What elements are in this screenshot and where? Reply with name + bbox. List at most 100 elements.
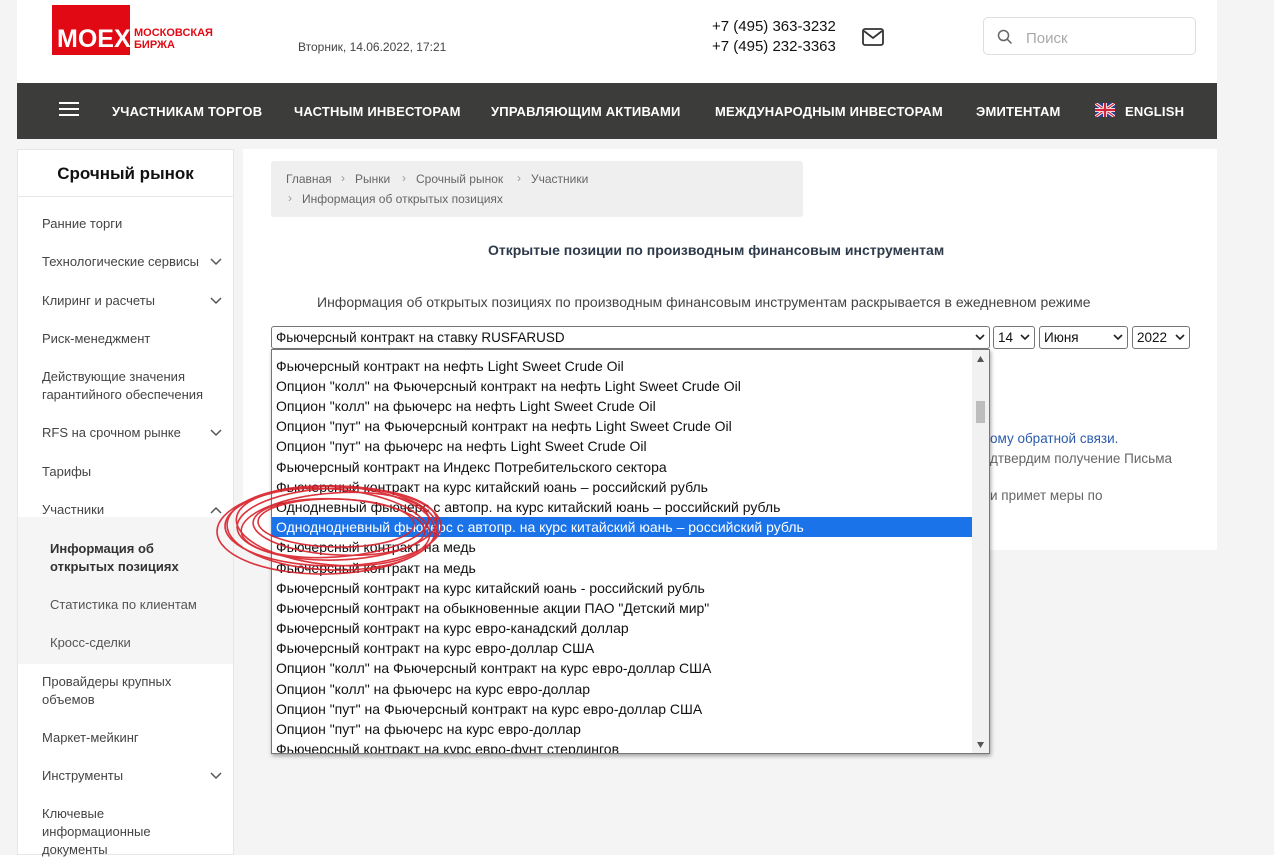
breadcrumb-participants[interactable]: Участники	[531, 172, 588, 186]
dropdown-option[interactable]: Фьючерсный контракт на Индекс Потребител…	[272, 457, 972, 477]
instrument-select-value: Фьючерсный контракт на ставку RUSFARUSD	[276, 330, 565, 345]
sidebar-item-market-making[interactable]: Маркет-мейкинг	[42, 729, 139, 747]
moex-logo[interactable]: MOEX МОСКОВСКАЯ БИРЖА	[52, 5, 213, 55]
phone-numbers: +7 (495) 363-3232 +7 (495) 232-3363	[712, 17, 836, 57]
nav-issuers[interactable]: ЭМИТЕНТАМ	[976, 104, 1061, 119]
day-select[interactable]: 14	[993, 326, 1035, 349]
breadcrumb-derivatives[interactable]: Срочный рынок	[416, 172, 503, 186]
day-select-value: 14	[998, 330, 1014, 345]
menu-icon[interactable]	[59, 102, 79, 118]
sidebar-submenu: Информация об открытых позициях Статисти…	[18, 517, 233, 664]
logo-main-text: MOEX	[57, 25, 131, 53]
dropdown-option[interactable]: Фьючерсный контракт на курс евро-доллар …	[272, 638, 972, 658]
sidebar-subitem-client-stats[interactable]: Статистика по клиентам	[50, 596, 197, 614]
sidebar-item-label: Действующие значения	[42, 369, 185, 384]
sidebar-subitem-open-positions[interactable]: Информация об открытых позициях	[50, 540, 179, 576]
instrument-dropdown-list[interactable]: Фьючерсный контракт на нефть Light Sweet…	[271, 349, 990, 754]
uk-flag-icon	[1095, 103, 1115, 117]
main-navbar: УЧАСТНИКАМ ТОРГОВ ЧАСТНЫМ ИНВЕСТОРАМ УПР…	[17, 83, 1217, 139]
dropdown-option[interactable]: Опцион "пут" на Фьючерсный контракт на к…	[272, 699, 972, 719]
sidebar-item-label: Ключевые	[42, 806, 105, 821]
month-select[interactable]: Июня	[1039, 326, 1128, 349]
sidebar-item-rfs[interactable]: RFS на срочном рынке	[42, 424, 181, 442]
dropdown-scrollbar[interactable]	[972, 350, 989, 753]
page-description: Информация об открытых позициях по произ…	[317, 294, 1091, 310]
breadcrumb-home[interactable]: Главная	[286, 172, 332, 186]
nav-asset-managers[interactable]: УПРАВЛЯЮЩИМ АКТИВАМИ	[491, 104, 681, 119]
dropdown-option[interactable]: Фьючерсный контракт на курс евро-канадск…	[272, 618, 972, 638]
mail-icon[interactable]	[862, 28, 884, 46]
year-select[interactable]: 2022	[1132, 326, 1190, 349]
logo-subtext-line2: БИРЖА	[134, 39, 175, 51]
breadcrumb-markets[interactable]: Рынки	[355, 172, 390, 186]
chevron-right-icon: ›	[341, 171, 345, 185]
phone-2[interactable]: +7 (495) 232-3363	[712, 37, 836, 57]
dropdown-option[interactable]: Фьючерсный контракт на курс китайский юа…	[272, 477, 972, 497]
dropdown-option[interactable]: Опцион "колл" на Фьючерсный контракт на …	[272, 376, 972, 396]
chevron-up-icon[interactable]	[210, 506, 222, 514]
dropdown-option[interactable]: Фьючерсный контракт на медь	[272, 537, 972, 557]
sidebar-item-tariffs[interactable]: Тарифы	[42, 463, 91, 481]
search-input[interactable]	[1024, 26, 1188, 50]
logo-box: MOEX	[52, 5, 131, 55]
chevron-down-icon	[975, 334, 985, 341]
sidebar-item-label: информационные	[42, 824, 151, 839]
sidebar-item-label: Провайдеры крупных	[42, 674, 172, 689]
dropdown-option[interactable]: Однодневный фьючерс с автопр. на курс ки…	[272, 497, 972, 517]
chevron-down-icon[interactable]	[210, 429, 222, 437]
instrument-select[interactable]: Фьючерсный контракт на ставку RUSFARUSD	[271, 326, 990, 349]
current-datetime: Вторник, 14.06.2022, 17:21	[298, 40, 447, 54]
chevron-down-icon	[1175, 334, 1185, 341]
sidebar-item-label: документы	[42, 842, 108, 857]
dropdown-option[interactable]: Фьючерсный контракт на обыкновенные акци…	[272, 598, 972, 618]
nav-traders[interactable]: УЧАСТНИКАМ ТОРГОВ	[112, 104, 262, 119]
scrollbar-thumb[interactable]	[976, 401, 985, 423]
sidebar-item-margin-values[interactable]: Действующие значения гарантийного обеспе…	[42, 368, 203, 404]
chevron-right-icon: ›	[402, 171, 406, 185]
sidebar-item-clearing[interactable]: Клиринг и расчеты	[42, 292, 155, 310]
sidebar-item-label: гарантийного обеспечения	[42, 387, 204, 402]
nav-international-investors[interactable]: МЕЖДУНАРОДНЫМ ИНВЕСТОРАМ	[715, 104, 943, 119]
dropdown-option[interactable]: Опцион "колл" на фьючерс на курс евро-до…	[272, 679, 972, 699]
page-title: Открытые позиции по производным финансов…	[488, 242, 945, 258]
chevron-right-icon: ›	[288, 191, 292, 205]
sidebar-item-early-trading[interactable]: Ранние торги	[42, 215, 122, 233]
chevron-down-icon[interactable]	[210, 297, 222, 305]
dropdown-option[interactable]: Фьючерсный контракт на курс евро-фунт ст…	[272, 739, 972, 753]
chevron-down-icon[interactable]	[210, 258, 222, 266]
sidebar-item-large-volume-providers[interactable]: Провайдеры крупных объемов	[42, 673, 171, 709]
scroll-up-icon[interactable]	[976, 355, 985, 363]
dropdown-option[interactable]: Опцион "колл" на Фьючерсный контракт на …	[272, 658, 972, 678]
logo-subtext-line1: МОСКОВСКАЯ	[134, 27, 213, 39]
dropdown-option[interactable]: Фьючерсный контракт на медь	[272, 558, 972, 578]
logo-subtext: МОСКОВСКАЯ БИРЖА	[134, 27, 213, 51]
month-select-value: Июня	[1044, 330, 1079, 345]
dropdown-option[interactable]: Опцион "пут" на Фьючерсный контракт на н…	[272, 416, 972, 436]
text-fragment: дтвердим получение Письма	[990, 451, 1172, 466]
sidebar: Срочный рынок Ранние торги Технологическ…	[17, 149, 234, 857]
dropdown-option[interactable]: Опцион "пут" на фьючерс на курс евро-дол…	[272, 719, 972, 739]
dropdown-option-selected[interactable]: Однодноднeвный фьючерс с автопр. на курс…	[272, 517, 972, 537]
breadcrumb: Главная › Рынки › Срочный рынок › Участн…	[271, 161, 803, 217]
sidebar-subitem-cross-trades[interactable]: Кросс-сделки	[50, 634, 131, 652]
sidebar-subitem-label: Информация об	[50, 541, 154, 556]
sidebar-subitem-label: открытых позициях	[50, 559, 179, 574]
nav-english[interactable]: ENGLISH	[1125, 104, 1184, 119]
sidebar-item-instruments[interactable]: Инструменты	[42, 767, 123, 785]
search-box[interactable]	[983, 17, 1196, 55]
phone-1[interactable]: +7 (495) 363-3232	[712, 17, 836, 37]
dropdown-option[interactable]: Опцион "пут" на фьючерс на нефть Light S…	[272, 436, 972, 456]
sidebar-item-tech-services[interactable]: Технологические сервисы	[42, 253, 199, 271]
year-select-value: 2022	[1137, 330, 1168, 345]
dropdown-option[interactable]: Фьючерсный контракт на нефть Light Sweet…	[272, 356, 972, 376]
dropdown-option[interactable]: Опцион "колл" на фьючерс на нефть Light …	[272, 396, 972, 416]
text-fragment: и примет меры по	[990, 488, 1103, 503]
feedback-link-fragment[interactable]: ому обратной связи.	[990, 431, 1118, 446]
sidebar-item-key-documents[interactable]: Ключевые информационные документы	[42, 805, 151, 859]
nav-private-investors[interactable]: ЧАСТНЫМ ИНВЕСТОРАМ	[294, 104, 461, 119]
sidebar-title: Срочный рынок	[57, 164, 194, 183]
dropdown-option[interactable]: Фьючерсный контракт на курс китайский юа…	[272, 578, 972, 598]
sidebar-item-risk-management[interactable]: Риск-менеджмент	[42, 330, 150, 348]
chevron-down-icon[interactable]	[210, 772, 222, 780]
scroll-down-icon[interactable]	[976, 741, 985, 749]
